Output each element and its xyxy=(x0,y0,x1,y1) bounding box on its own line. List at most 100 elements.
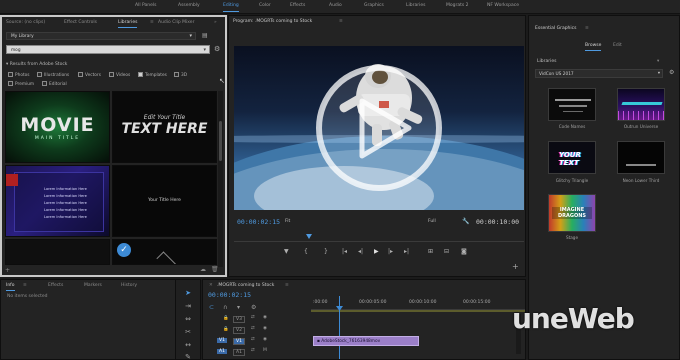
eg-template-outrun[interactable] xyxy=(617,88,665,121)
tab-edit[interactable]: Edit xyxy=(613,43,622,48)
eg-library-select[interactable]: VidCon US 2017 ▾ xyxy=(535,69,663,78)
timeline-timecode[interactable]: 00:00:02:15 xyxy=(208,291,251,299)
template-thumb-list[interactable]: Lorem Information Here Lorem Information… xyxy=(5,165,110,237)
settings-gear-icon[interactable]: ⚙ xyxy=(214,45,220,53)
lock-icon[interactable]: 🔒 xyxy=(223,327,229,332)
snap-icon[interactable]: ⊂ xyxy=(209,304,214,311)
extract-icon[interactable]: ⊟ xyxy=(444,248,449,255)
sync-lock-icon[interactable]: ⇄ xyxy=(251,337,255,342)
tab-source[interactable]: Source: (no clips) xyxy=(6,20,45,25)
slip-tool-icon[interactable]: ↔ xyxy=(183,340,193,350)
go-to-out-icon[interactable]: ▸| xyxy=(404,248,409,255)
tab-history[interactable]: History xyxy=(121,283,137,288)
template-thumb-movie[interactable]: MOVIE MAIN TITLE xyxy=(5,91,110,163)
lift-icon[interactable]: ⊞ xyxy=(428,248,433,255)
template-thumb-partial[interactable]: ✓ xyxy=(112,239,217,265)
tab-info[interactable]: Info xyxy=(6,283,15,291)
pen-tool-icon[interactable]: ✎ xyxy=(183,352,193,359)
program-menu-icon[interactable]: ≡ xyxy=(339,19,343,24)
mute-icon[interactable]: M xyxy=(263,348,267,353)
timeline-settings-icon[interactable]: ⚙ xyxy=(251,304,256,311)
workspace-libraries[interactable]: Libraries xyxy=(406,3,425,8)
track-select-tool-icon[interactable]: ⇥ xyxy=(183,301,193,311)
export-frame-icon[interactable]: ◙ xyxy=(461,248,467,255)
view-toggle-icon[interactable]: ▤ xyxy=(202,32,208,39)
workspace-effects[interactable]: Effects xyxy=(290,3,305,8)
timeline-ruler[interactable]: :00:00 00:00:05:00 00:00:10:00 00:00:15:… xyxy=(311,296,525,310)
mark-out-icon[interactable]: } xyxy=(324,248,328,255)
workspace-mograts[interactable]: Mograts 2 xyxy=(446,3,469,8)
mark-in-icon[interactable]: { xyxy=(304,248,308,255)
workspace-editing[interactable]: Editing xyxy=(223,3,239,12)
timeline-playhead[interactable] xyxy=(339,296,340,359)
timeline-clip[interactable]: ▪ AdobeStock_76163948mov xyxy=(313,336,419,346)
eye-icon[interactable]: ◉ xyxy=(263,315,267,320)
info-menu-icon[interactable]: ≡ xyxy=(23,283,27,288)
playhead-marker[interactable] xyxy=(306,234,312,239)
program-scrub-bar[interactable] xyxy=(234,234,524,242)
filter-editorial[interactable]: Editorial xyxy=(42,81,67,87)
work-area-bar[interactable] xyxy=(311,310,525,312)
add-marker-icon[interactable]: ▼ xyxy=(284,248,289,255)
add-icon[interactable]: + xyxy=(5,267,10,274)
add-marker-icon[interactable]: ▾ xyxy=(237,304,240,311)
track-label[interactable]: V3 xyxy=(233,316,245,323)
checkmark-icon[interactable]: ✓ xyxy=(117,243,131,257)
close-icon[interactable]: ✕ xyxy=(209,283,213,288)
timeline-menu-icon[interactable]: ≡ xyxy=(285,283,289,288)
filter-videos[interactable]: Videos xyxy=(109,72,130,78)
search-input[interactable]: mog ▾ xyxy=(6,45,210,54)
scrollbar-thumb[interactable] xyxy=(219,121,222,161)
filter-templates[interactable]: Templates xyxy=(138,72,167,78)
tab-browse[interactable]: Browse xyxy=(585,43,602,51)
play-icon[interactable]: ▶ xyxy=(374,248,379,255)
scrollbar[interactable] xyxy=(218,91,223,267)
template-thumb-partial[interactable] xyxy=(5,239,110,265)
workspace-assembly[interactable]: Assembly xyxy=(178,3,200,8)
filter-vectors[interactable]: Vectors xyxy=(78,72,101,78)
panel-overflow-icon[interactable]: » xyxy=(214,20,217,25)
libraries-menu-icon[interactable]: ≡ xyxy=(150,20,154,25)
track-label[interactable]: V1 xyxy=(233,338,245,345)
eg-template-stage[interactable]: IMAGINE DRAGONS xyxy=(548,194,596,232)
eg-template-neon[interactable] xyxy=(617,141,665,174)
quality-select[interactable]: Full xyxy=(428,219,436,224)
video-frame[interactable] xyxy=(234,46,524,210)
template-thumb-text-here[interactable]: Edit Your Title TEXT HERE xyxy=(112,91,217,163)
eye-icon[interactable]: ◉ xyxy=(263,337,267,342)
template-thumb-your-title[interactable]: Your Title Here xyxy=(112,165,217,237)
filter-premium[interactable]: Premium xyxy=(8,81,34,87)
eye-icon[interactable]: ◉ xyxy=(263,326,267,331)
add-button-icon[interactable]: + xyxy=(512,262,519,271)
selection-tool-icon[interactable]: ➤ xyxy=(183,288,193,298)
lock-icon[interactable]: 🔒 xyxy=(223,316,229,321)
sync-lock-icon[interactable]: ⇄ xyxy=(251,315,255,320)
essential-graphics-menu-icon[interactable]: ≡ xyxy=(585,26,589,31)
tab-markers[interactable]: Markers xyxy=(84,283,102,288)
program-timecode-current[interactable]: 00:00:02:15 xyxy=(237,218,280,226)
wrench-icon[interactable]: 🔧 xyxy=(462,218,469,225)
workspace-graphics[interactable]: Graphics xyxy=(364,3,384,8)
filter-photos[interactable]: Photos xyxy=(8,72,30,78)
track-label[interactable]: A1 xyxy=(233,349,245,356)
tab-effects[interactable]: Effects xyxy=(48,283,63,288)
delete-icon[interactable]: 🗑 xyxy=(211,266,219,273)
step-back-icon[interactable]: ◂| xyxy=(358,248,363,255)
workspace-all-panels[interactable]: All Panels xyxy=(135,3,157,8)
tab-libraries[interactable]: Libraries xyxy=(118,20,138,28)
source-patch-a1[interactable]: A1 xyxy=(217,349,227,354)
filter-3d[interactable]: 3D xyxy=(174,72,187,78)
workspace-color[interactable]: Color xyxy=(259,3,271,8)
cloud-icon[interactable]: ☁ xyxy=(200,266,206,273)
workspace-nf[interactable]: NF Workspace xyxy=(487,3,519,8)
razor-tool-icon[interactable]: ✂ xyxy=(183,327,193,337)
track-label[interactable]: V2 xyxy=(233,327,245,334)
tab-effect-controls[interactable]: Effect Controls xyxy=(64,20,97,25)
library-select[interactable]: My Library ▾ xyxy=(6,32,196,40)
fit-select[interactable]: Fit xyxy=(285,219,290,224)
go-to-in-icon[interactable]: |◂ xyxy=(342,248,347,255)
eg-template-code-names[interactable] xyxy=(548,88,596,121)
results-header[interactable]: ▾ Results from Adobe Stock xyxy=(6,62,67,67)
sync-lock-icon[interactable]: ⇄ xyxy=(251,348,255,353)
sync-lock-icon[interactable]: ⇄ xyxy=(251,326,255,331)
